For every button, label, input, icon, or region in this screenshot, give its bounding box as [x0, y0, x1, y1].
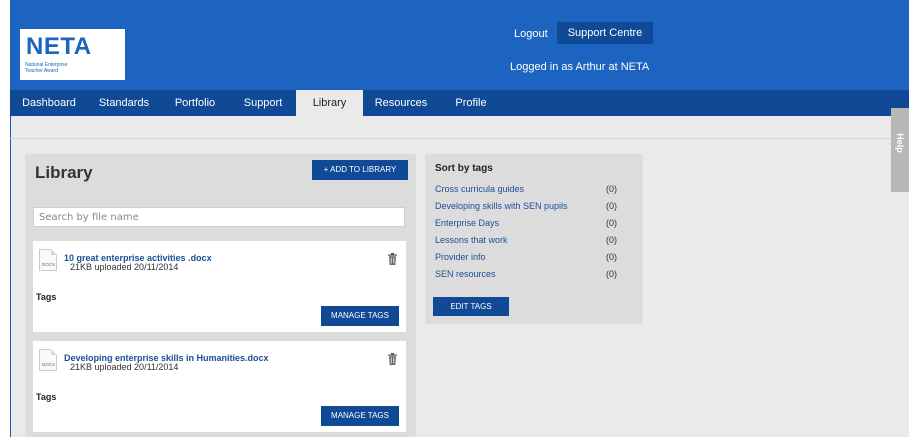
manage-tags-button[interactable]: MANAGE TAGS — [321, 306, 399, 326]
library-title: Library — [35, 163, 93, 182]
file-icon-label: DOCX — [41, 362, 55, 367]
help-tab[interactable]: Help — [891, 108, 909, 192]
support-centre-button[interactable]: Support Centre — [557, 22, 653, 44]
section-divider — [10, 138, 909, 139]
search-input[interactable] — [33, 207, 405, 227]
tab-support[interactable]: Support — [230, 90, 296, 116]
logged-in-status: Logged in as Arthur at NETA — [510, 61, 650, 73]
tags-label: Tags — [36, 292, 57, 302]
left-edge — [0, 0, 10, 437]
tag-link-developing-skills-sen[interactable]: Developing skills with SEN pupils — [435, 201, 568, 211]
tab-portfolio[interactable]: Portfolio — [160, 90, 230, 116]
tag-count: (0) — [606, 201, 617, 211]
library-panel: Library + ADD TO LIBRARY DOCX 10 great e… — [25, 154, 416, 437]
tab-resources[interactable]: Resources — [363, 90, 439, 116]
tag-link-lessons-that-work[interactable]: Lessons that work — [435, 235, 508, 245]
site-header: NETA National Enterprise Teacher Award L… — [10, 0, 909, 90]
tags-label: Tags — [36, 392, 57, 402]
tab-dashboard[interactable]: Dashboard — [10, 90, 88, 116]
tag-count: (0) — [606, 269, 617, 279]
tag-count: (0) — [606, 184, 617, 194]
trash-icon[interactable] — [388, 253, 397, 265]
logo-subtitle: National Enterprise Teacher Award — [25, 62, 68, 74]
tag-link-cross-curricula-guides[interactable]: Cross curricula guides — [435, 184, 524, 194]
tag-row: SEN resources (0) — [435, 269, 633, 285]
docx-file-icon: DOCX — [39, 249, 57, 271]
neta-logo[interactable]: NETA National Enterprise Teacher Award — [20, 29, 125, 80]
file-meta: 21KB uploaded 20/11/2014 — [70, 362, 179, 372]
file-card: DOCX Developing enterprise skills in Hum… — [33, 341, 406, 432]
tag-count: (0) — [606, 235, 617, 245]
add-to-library-button[interactable]: + ADD TO LIBRARY — [312, 160, 408, 180]
tag-count: (0) — [606, 252, 617, 262]
tag-row: Cross curricula guides (0) — [435, 184, 633, 200]
tab-profile[interactable]: Profile — [439, 90, 503, 116]
tag-link-sen-resources[interactable]: SEN resources — [435, 269, 496, 279]
logo-title: NETA — [26, 33, 92, 60]
sort-by-tags-panel: Sort by tags Cross curricula guides (0) … — [425, 154, 643, 324]
docx-file-icon: DOCX — [39, 349, 57, 371]
tab-standards[interactable]: Standards — [88, 90, 160, 116]
tag-row: Developing skills with SEN pupils (0) — [435, 201, 633, 217]
tag-row: Provider info (0) — [435, 252, 633, 268]
trash-icon[interactable] — [388, 353, 397, 365]
file-card: DOCX 10 great enterprise activities .doc… — [33, 241, 406, 332]
file-icon-label: DOCX — [41, 262, 55, 267]
tag-row: Lessons that work (0) — [435, 235, 633, 251]
edit-tags-button[interactable]: EDIT TAGS — [433, 297, 509, 316]
tag-count: (0) — [606, 218, 617, 228]
logout-link[interactable]: Logout — [514, 28, 548, 40]
tag-link-enterprise-days[interactable]: Enterprise Days — [435, 218, 499, 228]
file-meta: 21KB uploaded 20/11/2014 — [70, 262, 179, 272]
manage-tags-button[interactable]: MANAGE TAGS — [321, 406, 399, 426]
tab-library[interactable]: Library — [296, 90, 363, 116]
main-nav: Dashboard Standards Portfolio Support Li… — [10, 90, 909, 116]
sort-by-tags-title: Sort by tags — [435, 163, 493, 174]
help-tab-label: Help — [895, 133, 905, 153]
tag-link-provider-info[interactable]: Provider info — [435, 252, 486, 262]
tag-row: Enterprise Days (0) — [435, 218, 633, 234]
